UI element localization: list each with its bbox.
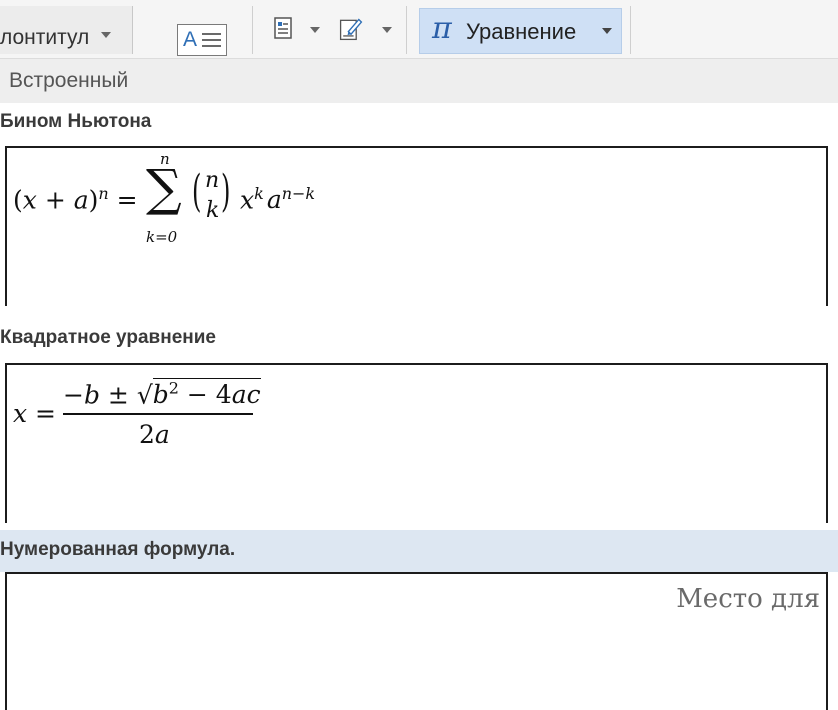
math-text: x [240, 185, 255, 215]
math-text: ± [99, 380, 137, 410]
math-text: a [154, 420, 170, 449]
gallery-item-title: Нумерованная формула. [0, 539, 236, 560]
ribbon-toolbar: лонтитул A π Уравнение [0, 0, 838, 59]
sum-lower-limit: k=0 [146, 228, 178, 246]
math-text: ) [88, 185, 99, 215]
math-text: 2 [168, 379, 179, 398]
binom-top: n [205, 168, 220, 193]
ribbon-separator [252, 6, 253, 54]
math-text: ( [13, 185, 23, 215]
math-text: k [254, 184, 264, 203]
pi-icon: π [432, 11, 452, 46]
sigma-symbol: ∑ [146, 159, 182, 217]
quick-parts-icon[interactable] [272, 14, 298, 44]
header-footer-label: лонтитул [0, 26, 90, 49]
math-text: n−k [281, 184, 316, 203]
math-text: b [83, 380, 100, 410]
math-text: ac [231, 380, 261, 410]
text-line [202, 45, 221, 47]
textbox-icon[interactable]: A [177, 24, 227, 56]
math-text: a [266, 185, 282, 215]
binomial-formula: (x + a)n = n ∑ k=0 ( n k ) xk an−k [7, 148, 407, 258]
numerator: −b ± √b2 − 4ac [63, 378, 261, 410]
binom-open-paren: ( [192, 166, 202, 217]
header-footer-button[interactable]: лонтитул [0, 6, 133, 54]
signature-line-icon[interactable] [338, 14, 364, 44]
math-text: b [152, 380, 169, 410]
ribbon-separator [406, 6, 407, 54]
math-text: − 4 [178, 380, 232, 410]
numbered-formula-preview[interactable]: Место для [5, 572, 828, 710]
chevron-down-icon[interactable] [382, 27, 392, 33]
binomial-formula-preview[interactable]: (x + a)n = n ∑ k=0 ( n k ) xk an−k [5, 146, 828, 306]
gallery-section-header: Встроенный [0, 59, 838, 103]
textbox-letter: A [183, 28, 198, 51]
equation-button[interactable]: π Уравнение [419, 8, 622, 54]
section-heading: Встроенный [9, 69, 129, 92]
equation-label: Уравнение [466, 19, 577, 44]
chevron-down-icon [101, 32, 111, 38]
denominator: 2a [139, 420, 170, 449]
binom-bottom: k [206, 198, 220, 223]
math-text: a [73, 185, 89, 215]
fraction-bar [63, 413, 253, 415]
quadratic-formula-preview[interactable]: x = −b ± √b2 − 4ac 2a [5, 363, 828, 523]
placeholder-text: Место для [676, 584, 820, 614]
math-text: 2 [139, 420, 155, 449]
chevron-down-icon [602, 28, 612, 34]
math-text: = [108, 185, 138, 215]
ribbon-separator [630, 6, 631, 54]
binom-close-paren: ) [221, 166, 231, 217]
math-text: n [98, 184, 109, 203]
math-text: √ [136, 380, 153, 410]
text-line [202, 39, 221, 41]
math-text: x [22, 185, 37, 215]
text-line [202, 33, 221, 35]
math-text: x [13, 399, 28, 428]
math-text: + [36, 185, 74, 215]
gallery-item-title: Квадратное уравнение [0, 327, 216, 348]
numbered-formula-row[interactable]: Нумерованная формула. [0, 530, 838, 572]
math-text: − [63, 380, 84, 410]
quadratic-formula: x = −b ± √b2 − 4ac 2a [7, 365, 307, 465]
math-text: = [27, 399, 57, 428]
gallery-item-title: Бином Ньютона [0, 111, 152, 132]
chevron-down-icon[interactable] [310, 27, 320, 33]
